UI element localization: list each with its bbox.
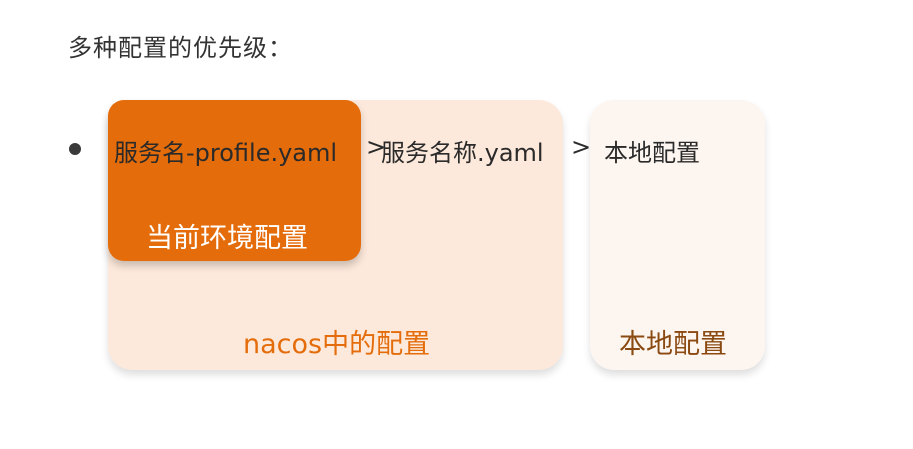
profile-yaml-text: 服务名-profile.yaml (114, 139, 338, 167)
service-yaml-text: 服务名称.yaml (381, 139, 544, 167)
local-config-text: 本地配置 (604, 139, 700, 167)
current-env-config-label: 当前环境配置 (146, 223, 308, 254)
slide-title: 多种配置的优先级： (68, 34, 293, 62)
nacos-config-label: nacos中的配置 (243, 329, 431, 360)
local-config-label: 本地配置 (619, 329, 727, 360)
priority-separator: > (571, 133, 592, 161)
bullet-icon (69, 143, 81, 155)
